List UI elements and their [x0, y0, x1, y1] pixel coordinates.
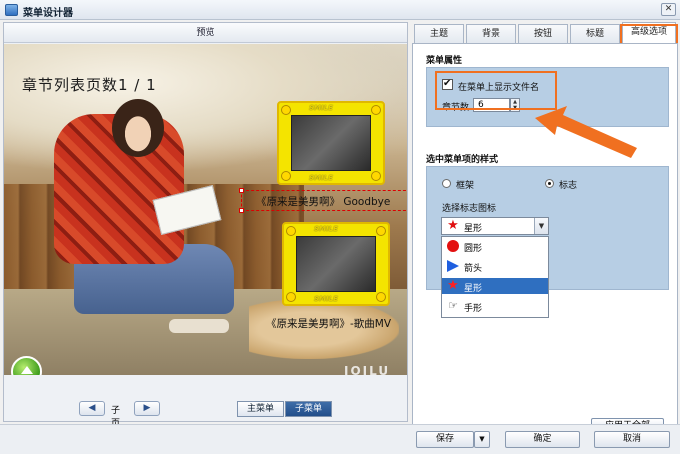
- smiley-icon: [281, 171, 291, 181]
- frame-radio[interactable]: [442, 179, 451, 188]
- preview-canvas[interactable]: 章节列表页数1 / 1 SMILE SMILE 《原来是美男啊》 Goodbye…: [4, 44, 407, 375]
- option-label: 星形: [464, 284, 483, 294]
- icon-option-circle[interactable]: 圆形: [442, 238, 548, 254]
- selected-icon-label: 星形: [464, 224, 483, 234]
- icon-option-star[interactable]: ★ 星形: [442, 278, 548, 294]
- thumbnail-image: [296, 236, 376, 292]
- window-title: 菜单设计器: [23, 8, 73, 19]
- icon-dropdown-list: 圆形 箭头 ★ 星形 ☞ 手形: [441, 236, 549, 318]
- item-style-title: 选中菜单项的样式: [426, 155, 499, 165]
- preview-header: 预览: [4, 23, 407, 43]
- prev-page-button[interactable]: ◀: [79, 401, 105, 416]
- tab-title[interactable]: 标题: [570, 24, 620, 44]
- sub-menu-button[interactable]: 子菜单: [285, 401, 332, 417]
- settings-panel: 主题 背景 按钮 标题 高级选项 菜单属性 在菜单上显示文件名 章节数 6 ▲ …: [412, 22, 678, 441]
- mark-radio[interactable]: [545, 179, 554, 188]
- thumbnail-caption: SMILE: [314, 295, 338, 303]
- smiley-icon: [371, 171, 381, 181]
- bottom-bar: 保存 ▼ 确定 取消: [0, 424, 680, 454]
- smiley-icon: [376, 226, 386, 236]
- hand-icon: ☞: [448, 299, 458, 312]
- star-icon: ★: [447, 218, 459, 233]
- chevron-down-icon[interactable]: ▼: [534, 218, 548, 234]
- preview-panel: 预览 章节列表页数1 / 1 SMILE SMILE 《原来是美男啊》 Good…: [3, 22, 408, 429]
- icon-option-arrow[interactable]: 箭头: [442, 258, 548, 274]
- save-button[interactable]: 保存: [416, 431, 474, 448]
- frame-radio-label: 框架: [456, 181, 475, 191]
- background-shoe: [169, 319, 229, 333]
- chapter-thumbnail-1[interactable]: SMILE SMILE: [277, 101, 385, 185]
- background-person-head: [112, 99, 164, 157]
- smiley-icon: [286, 226, 296, 236]
- star-icon: ★: [447, 278, 459, 293]
- chapter-thumbnail-2[interactable]: SMILE SMILE: [282, 222, 390, 306]
- title-bar: 菜单设计器 ✕: [0, 0, 680, 20]
- smiley-icon: [286, 292, 296, 302]
- option-label: 手形: [464, 304, 483, 314]
- option-label: 箭头: [464, 264, 483, 274]
- callout-arrow-icon: [535, 106, 637, 158]
- resize-handle[interactable]: [239, 208, 244, 213]
- circle-icon: [447, 240, 459, 252]
- icon-select-dropdown[interactable]: ★ 星形 ▼: [441, 217, 549, 235]
- thumbnail-caption: SMILE: [309, 104, 333, 112]
- chapter-1-label[interactable]: 《原来是美男啊》 Goodbye: [256, 194, 390, 209]
- page-title[interactable]: 章节列表页数1 / 1: [22, 74, 157, 95]
- tab-buttons[interactable]: 按钮: [518, 24, 568, 44]
- app-icon: [5, 4, 18, 16]
- main-menu-button[interactable]: 主菜单: [237, 401, 284, 417]
- smiley-icon: [281, 105, 291, 115]
- smiley-icon: [371, 105, 381, 115]
- tab-theme[interactable]: 主题: [414, 24, 464, 44]
- chapter-2-label[interactable]: 《原来是美男啊》-歌曲MV: [266, 316, 391, 331]
- ok-button[interactable]: 确定: [505, 431, 580, 448]
- close-button[interactable]: ✕: [661, 3, 676, 16]
- icon-select-label: 选择标志图标: [442, 204, 497, 214]
- icon-option-hand[interactable]: ☞ 手形: [442, 298, 548, 315]
- option-label: 圆形: [464, 244, 483, 254]
- mark-radio-label: 标志: [559, 181, 578, 191]
- arrow-icon: [447, 260, 459, 272]
- advanced-options-pane: 菜单属性 在菜单上显示文件名 章节数 6 ▲ ▼ 选中菜单项的样式 框架 标志 …: [412, 43, 678, 441]
- smiley-icon: [376, 292, 386, 302]
- thumbnail-image: [291, 115, 371, 171]
- thumbnail-caption: SMILE: [314, 225, 338, 233]
- chevron-down-icon[interactable]: ▼: [474, 431, 490, 448]
- resize-handle[interactable]: [239, 188, 244, 193]
- cancel-button[interactable]: 取消: [594, 431, 670, 448]
- menu-props-title: 菜单属性: [426, 56, 463, 66]
- watermark: IOILU: [344, 364, 391, 375]
- next-page-button[interactable]: ▶: [134, 401, 160, 416]
- tab-background[interactable]: 背景: [466, 24, 516, 44]
- thumbnail-caption: SMILE: [309, 174, 333, 182]
